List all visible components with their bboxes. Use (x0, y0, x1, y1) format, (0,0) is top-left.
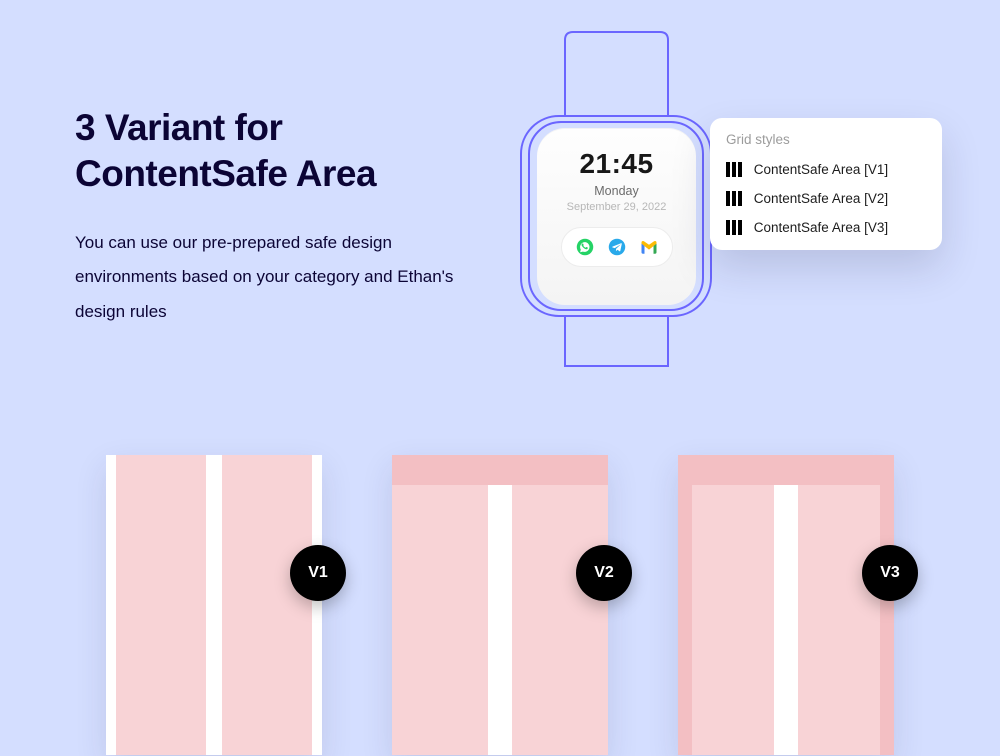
watch-app-tray (561, 227, 673, 267)
layout-side-strip (880, 455, 894, 755)
telegram-icon (608, 238, 626, 256)
page-title: 3 Variant for ContentSafe Area (75, 105, 475, 198)
columns-icon (726, 191, 742, 206)
watch-screen: 21:45 Monday September 29, 2022 (537, 128, 696, 305)
grid-style-label: ContentSafe Area [V2] (754, 191, 888, 206)
popover-title: Grid styles (726, 132, 926, 147)
whatsapp-icon (576, 238, 594, 256)
layout-column (692, 455, 774, 755)
layout-column (116, 455, 206, 755)
layout-column (222, 455, 312, 755)
variant-card-v3[interactable]: V3 (678, 455, 894, 755)
layout-column (798, 455, 880, 755)
columns-icon (726, 220, 742, 235)
intro-text: 3 Variant for ContentSafe Area You can u… (75, 105, 475, 330)
watch-date: September 29, 2022 (547, 201, 686, 213)
columns-icon (726, 162, 742, 177)
variant-card-v1[interactable]: V1 (106, 455, 322, 755)
grid-styles-popover: Grid styles ContentSafe Area [V1] Conten… (710, 118, 942, 250)
watch-time: 21:45 (547, 148, 686, 180)
variant-cards-row: V1 V2 V3 (0, 455, 1000, 755)
variant-badge: V2 (576, 545, 632, 601)
watch-day: Monday (547, 184, 686, 198)
grid-style-option-v2[interactable]: ContentSafe Area [V2] (726, 184, 926, 213)
variant-card-v2[interactable]: V2 (392, 455, 608, 755)
layout-column (512, 455, 608, 755)
layout-header-strip (392, 455, 608, 485)
page-description: You can use our pre-prepared safe design… (75, 226, 475, 331)
grid-style-label: ContentSafe Area [V3] (754, 220, 888, 235)
layout-side-strip (678, 455, 692, 755)
layout-column (392, 455, 488, 755)
grid-style-option-v1[interactable]: ContentSafe Area [V1] (726, 155, 926, 184)
grid-style-label: ContentSafe Area [V1] (754, 162, 888, 177)
layout-header-strip (678, 455, 894, 485)
variant-badge: V3 (862, 545, 918, 601)
grid-style-option-v3[interactable]: ContentSafe Area [V3] (726, 213, 926, 242)
gmail-icon (640, 240, 658, 254)
watch-illustration: 21:45 Monday September 29, 2022 (505, 30, 735, 370)
variant-badge: V1 (290, 545, 346, 601)
